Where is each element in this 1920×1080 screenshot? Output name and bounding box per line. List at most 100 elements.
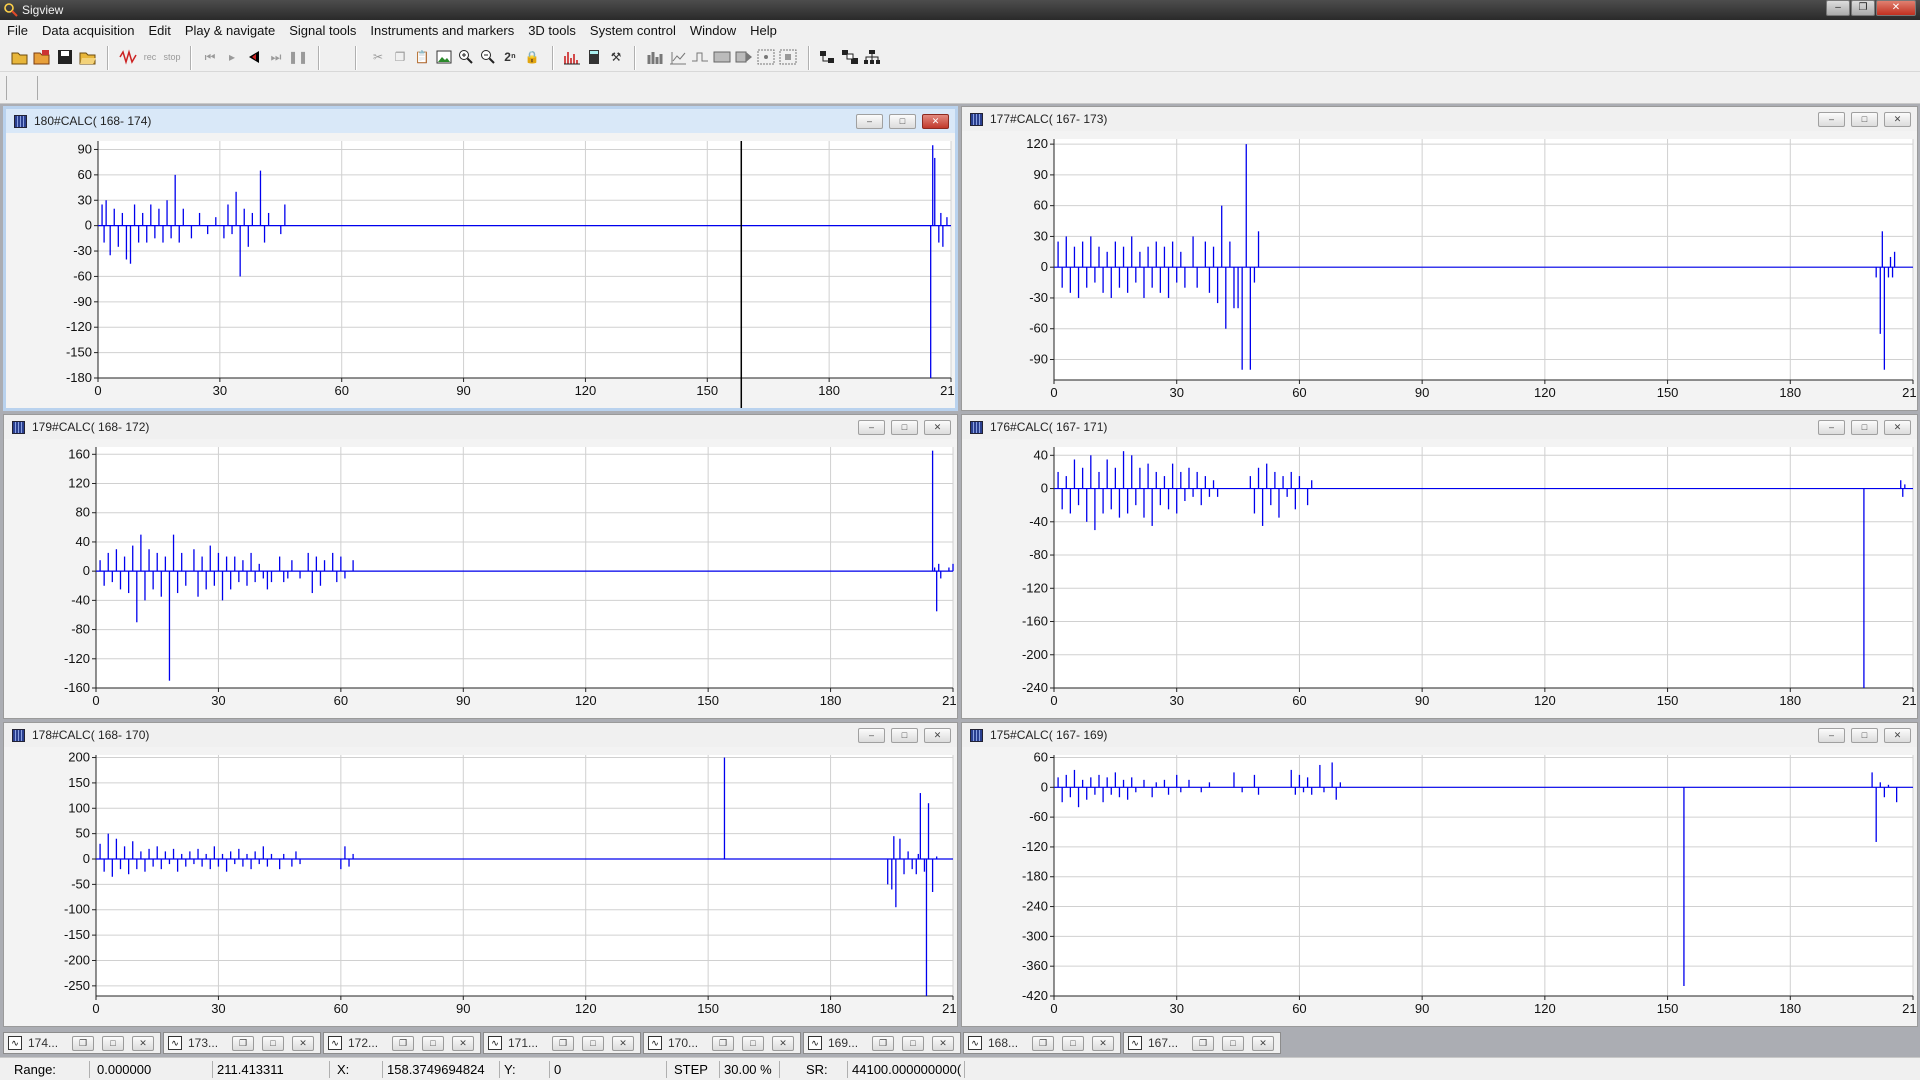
signal-window-178[interactable]: 178#CALC( 168- 170) – □ ✕ 0 30 60 90 120 150 1… <box>3 722 958 1027</box>
window-header[interactable]: 177#CALC( 167- 173) – □ ✕ <box>962 107 1917 131</box>
zoom-out-icon[interactable] <box>478 47 498 67</box>
menu-system-control[interactable]: System control <box>583 20 683 42</box>
plot-area[interactable] <box>1054 447 1913 688</box>
plot-area[interactable] <box>96 755 953 996</box>
plot-area[interactable] <box>98 141 951 378</box>
grid-select-icon[interactable] <box>778 47 798 67</box>
window-header[interactable]: 179#CALC( 168- 172) – □ ✕ <box>4 415 957 439</box>
plot-area[interactable] <box>1054 755 1913 996</box>
signal-plot[interactable]: 0 30 60 90 120 150 180 210 40 0 -40 -80 -120 -160 -200… <box>962 439 1917 718</box>
signal-plot[interactable]: 0 30 60 90 120 150 180 210 60 0 -60 -120 -180 -240 -30… <box>962 747 1917 1026</box>
close-button[interactable]: ✕ <box>292 1035 314 1051</box>
maximize-button[interactable]: □ <box>742 1035 764 1051</box>
close-button[interactable]: ✕ <box>132 1035 154 1051</box>
copy-icon[interactable]: ❐ <box>390 47 410 67</box>
play-icon[interactable]: ▸ <box>222 47 242 67</box>
minimize-button[interactable]: – <box>1818 728 1845 743</box>
signal-window-177[interactable]: 177#CALC( 167- 173) – □ ✕ 0 30 60 90 120 150 1… <box>961 106 1918 411</box>
minimize-button[interactable]: – <box>858 728 885 743</box>
play-filter-icon[interactable] <box>734 47 754 67</box>
menu-window[interactable]: Window <box>683 20 743 42</box>
bar-chart-icon[interactable] <box>646 47 666 67</box>
toolbar-grip[interactable] <box>6 76 38 100</box>
signal-plot[interactable]: 0 30 60 90 120 150 180 210 200 150 100 50 0 -50 -100 -1… <box>4 747 957 1026</box>
skip-start-icon[interactable]: ⏮ <box>200 47 220 67</box>
window-header[interactable]: 180#CALC( 168- 174) – □ ✕ <box>6 109 955 133</box>
signal-plot[interactable]: 0 30 60 90 120 150 180 210 160 120 80 40 0 -40 -80 -120… <box>4 439 957 718</box>
stop-icon[interactable]: stop <box>162 47 182 67</box>
close-button[interactable]: ✕ <box>772 1035 794 1051</box>
minimize-button[interactable]: – <box>1818 420 1845 435</box>
tree-icon[interactable] <box>862 47 882 67</box>
close-button[interactable]: ✕ <box>1884 112 1911 127</box>
grid-dots-icon[interactable] <box>756 47 776 67</box>
close-button[interactable]: ✕ <box>1876 0 1916 16</box>
save-icon[interactable] <box>55 47 75 67</box>
line-chart-icon[interactable] <box>668 47 688 67</box>
maximize-button[interactable]: □ <box>582 1035 604 1051</box>
maximize-button[interactable]: □ <box>1062 1035 1084 1051</box>
cascade-icon[interactable] <box>840 47 860 67</box>
close-button[interactable]: ✕ <box>924 420 951 435</box>
power2-icon[interactable]: 2ⁿ <box>500 47 520 67</box>
skip-end-icon[interactable]: ⏭ <box>266 47 286 67</box>
close-button[interactable]: ✕ <box>924 728 951 743</box>
maximize-button[interactable]: □ <box>891 420 918 435</box>
calculator-icon[interactable] <box>584 47 604 67</box>
restore-button[interactable]: ❐ <box>872 1035 894 1051</box>
close-button[interactable]: ✕ <box>452 1035 474 1051</box>
restore-button[interactable]: ❐ <box>232 1035 254 1051</box>
minimized-window[interactable]: ∿ 173... ❐ □ ✕ <box>163 1032 321 1054</box>
minimized-window[interactable]: ∿ 168... ❐ □ ✕ <box>963 1032 1121 1054</box>
maximize-button[interactable]: □ <box>889 114 916 129</box>
close-button[interactable]: ✕ <box>932 1035 954 1051</box>
minimized-window[interactable]: ∿ 170... ❐ □ ✕ <box>643 1032 801 1054</box>
menu-data-acquisition[interactable]: Data acquisition <box>35 20 142 42</box>
image-icon[interactable] <box>434 47 454 67</box>
close-button[interactable]: ✕ <box>612 1035 634 1051</box>
restore-button[interactable]: ❐ <box>712 1035 734 1051</box>
step-chart-icon[interactable] <box>690 47 710 67</box>
maximize-button[interactable]: □ <box>422 1035 444 1051</box>
maximize-button[interactable]: □ <box>1851 112 1878 127</box>
record-icon[interactable] <box>118 47 138 67</box>
minimized-window[interactable]: ∿ 174... ❐ □ ✕ <box>3 1032 161 1054</box>
minimize-button[interactable]: – <box>1818 112 1845 127</box>
fft-icon[interactable] <box>562 47 582 67</box>
window-header[interactable]: 176#CALC( 167- 171) – □ ✕ <box>962 415 1917 439</box>
close-button[interactable]: ✕ <box>1092 1035 1114 1051</box>
minimize-button[interactable]: – <box>858 420 885 435</box>
minimized-window[interactable]: ∿ 171... ❐ □ ✕ <box>483 1032 641 1054</box>
zoom-in-icon[interactable] <box>456 47 476 67</box>
close-button[interactable]: ✕ <box>1252 1035 1274 1051</box>
minimize-button[interactable]: – <box>856 114 883 129</box>
rec-icon[interactable]: rec <box>140 47 160 67</box>
maximize-button[interactable]: □ <box>1222 1035 1244 1051</box>
restore-button[interactable]: ❐ <box>552 1035 574 1051</box>
maximize-button[interactable]: □ <box>262 1035 284 1051</box>
restore-button[interactable]: ❐ <box>1192 1035 1214 1051</box>
signal-window-179[interactable]: 179#CALC( 168- 172) – □ ✕ 0 30 60 90 120 150 1… <box>3 414 958 719</box>
minimize-button[interactable]: – <box>1826 0 1850 16</box>
maximize-button[interactable]: □ <box>902 1035 924 1051</box>
close-button[interactable]: ✕ <box>1884 420 1911 435</box>
open-multi-icon[interactable] <box>32 47 52 67</box>
minimized-window[interactable]: ∿ 167... ❐ □ ✕ <box>1123 1032 1281 1054</box>
maximize-button[interactable]: □ <box>1851 420 1878 435</box>
maximize-button[interactable]: □ <box>102 1035 124 1051</box>
close-button[interactable]: ✕ <box>1884 728 1911 743</box>
menu-3d-tools[interactable]: 3D tools <box>521 20 583 42</box>
open-icon[interactable] <box>10 47 30 67</box>
tile-icon[interactable] <box>818 47 838 67</box>
signal-window-175[interactable]: 175#CALC( 167- 169) – □ ✕ 0 30 60 90 120 150 1… <box>961 722 1918 1027</box>
menu-instruments-markers[interactable]: Instruments and markers <box>363 20 521 42</box>
restore-button[interactable]: ❐ <box>1851 0 1875 16</box>
minimized-window[interactable]: ∿ 169... ❐ □ ✕ <box>803 1032 961 1054</box>
maximize-button[interactable]: □ <box>891 728 918 743</box>
close-button[interactable]: ✕ <box>922 114 949 129</box>
filter-icon[interactable] <box>712 47 732 67</box>
menu-signal-tools[interactable]: Signal tools <box>282 20 363 42</box>
menu-edit[interactable]: Edit <box>141 20 177 42</box>
menu-file[interactable]: File <box>0 20 35 42</box>
cut-icon[interactable]: ✂ <box>368 47 388 67</box>
